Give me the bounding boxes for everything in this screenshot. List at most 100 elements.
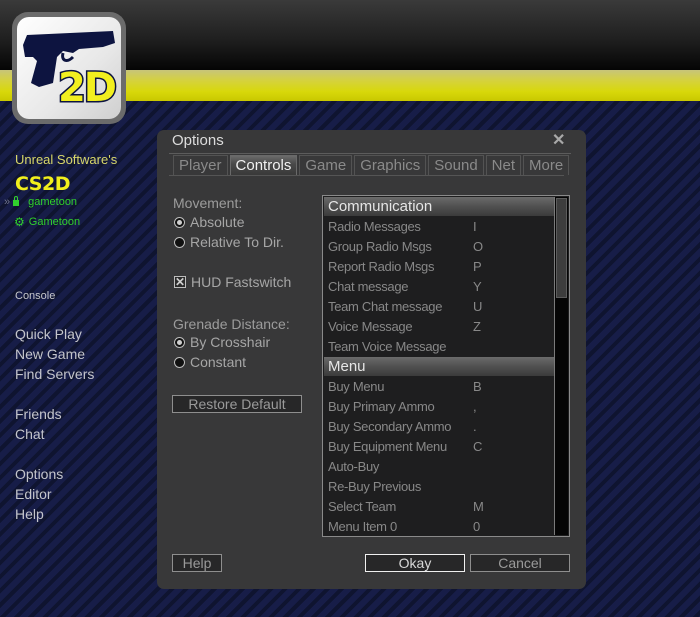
binding-row[interactable]: Group Radio Msgs O (324, 237, 554, 257)
binding-row[interactable]: Buy Secondary Ammo. (324, 417, 554, 437)
binding-row[interactable]: Auto-Buy (324, 457, 554, 477)
steam-icon: ⚙ (14, 215, 25, 229)
restore-default-button[interactable]: Restore Default (172, 395, 302, 413)
menu-new-game[interactable]: New Game (15, 344, 94, 364)
radio-selected-icon (174, 336, 185, 348)
tab-sound[interactable]: Sound (428, 155, 484, 175)
binding-row[interactable]: Menu Item 0 0 (324, 517, 554, 536)
double-chevron-icon: » (4, 196, 11, 208)
binding-row[interactable]: Select Team M (324, 497, 554, 517)
menu-quick-play[interactable]: Quick Play (15, 324, 94, 344)
close-icon[interactable]: ✕ (552, 130, 565, 150)
logo-2d-text: 2D (56, 64, 118, 113)
lock-icon (13, 196, 20, 206)
binding-action: Buy Primary Ammo (328, 399, 435, 414)
binding-key: C (473, 439, 483, 454)
publisher-label: Unreal Software's (15, 152, 118, 167)
scrollbar-thumb[interactable] (556, 198, 567, 298)
bindings-scrollbar[interactable] (554, 197, 568, 535)
binding-action: Menu Item 0 (328, 519, 397, 534)
binding-action: Team Voice Message (328, 339, 447, 354)
binding-row[interactable]: Team Chat message U (324, 297, 554, 317)
binding-key: M (473, 499, 484, 514)
menu-group-social: Friends Chat (15, 404, 62, 444)
tab-graphics[interactable]: Graphics (354, 155, 427, 175)
console-link[interactable]: Console (15, 290, 55, 302)
movement-absolute-radio[interactable]: Absolute (174, 214, 244, 230)
binding-key: P (473, 259, 482, 274)
binding-key: . (473, 419, 477, 434)
grenade-crosshair-radio[interactable]: By Crosshair (174, 334, 270, 350)
account-name: gametoon (28, 196, 78, 208)
title-divider (169, 153, 571, 154)
tab-player[interactable]: Player (173, 155, 228, 175)
tab-net[interactable]: Net (485, 155, 521, 175)
binding-row[interactable]: Voice Message Z (324, 317, 554, 337)
binding-action: Group Radio Msgs (328, 239, 432, 254)
binding-row[interactable]: Radio Messages I (324, 217, 554, 237)
binding-action: Select Team (328, 499, 396, 514)
binding-row[interactable]: Buy Equipment Menu C (324, 437, 554, 457)
hud-fastswitch-checkbox[interactable]: ✕ HUD Fastswitch (174, 274, 291, 290)
binding-key: , (473, 399, 477, 414)
binding-action: Buy Menu (328, 379, 385, 394)
radio-unselected-icon (174, 356, 185, 368)
binding-row[interactable]: Buy Menu B (324, 377, 554, 397)
binding-row[interactable]: Buy Primary Ammo, (324, 397, 554, 417)
steam-account-name: Gametoon (28, 216, 81, 228)
checkbox-label: HUD Fastswitch (191, 274, 292, 290)
options-tabs: Player Controls Game Graphics Sound Net … (173, 155, 571, 175)
radio-label: Relative To Dir. (190, 234, 284, 250)
radio-unselected-icon (174, 236, 185, 248)
help-button[interactable]: Help (172, 554, 222, 572)
binding-action: Re-Buy Previous (328, 479, 422, 494)
binding-row[interactable]: Re-Buy Previous (324, 477, 554, 497)
binding-action: Voice Message (328, 319, 413, 334)
tab-controls[interactable]: Controls (229, 155, 298, 175)
menu-editor[interactable]: Editor (15, 484, 63, 504)
grenade-constant-radio[interactable]: Constant (174, 354, 246, 370)
account-login[interactable]: » gametoon (4, 196, 77, 208)
binding-row[interactable]: Team Voice Message (324, 337, 554, 357)
tab-more[interactable]: More (523, 155, 570, 175)
movement-label: Movement: (173, 195, 243, 211)
grenade-distance-label: Grenade Distance: (173, 316, 290, 332)
movement-relative-radio[interactable]: Relative To Dir. (174, 234, 284, 250)
menu-friends[interactable]: Friends (15, 404, 62, 424)
category-communication: Communication (324, 197, 554, 216)
binding-row[interactable]: Chat message Y (324, 277, 554, 297)
cancel-button[interactable]: Cancel (470, 554, 570, 572)
menu-options[interactable]: Options (15, 464, 63, 484)
menu-chat[interactable]: Chat (15, 424, 62, 444)
checkbox-checked-icon: ✕ (174, 275, 186, 289)
binding-action: Report Radio Msgs (328, 259, 435, 274)
cs2d-logo: 2D (12, 12, 126, 124)
game-title: CS2D (15, 173, 70, 195)
binding-key: 0 (473, 519, 480, 534)
options-dialog: Options ✕ Player Controls Game Graphics … (157, 130, 586, 589)
binding-key: O (473, 239, 483, 254)
binding-key: Y (473, 279, 482, 294)
menu-find-servers[interactable]: Find Servers (15, 364, 94, 384)
radio-label: Absolute (190, 214, 245, 230)
category-menu: Menu (324, 357, 554, 376)
menu-help[interactable]: Help (15, 504, 63, 524)
dialog-title: Options (172, 132, 224, 149)
binding-key: U (473, 299, 483, 314)
radio-selected-icon (174, 216, 185, 228)
binding-action: Buy Secondary Ammo (328, 419, 452, 434)
binding-key: Z (473, 319, 481, 334)
tab-game[interactable]: Game (299, 155, 353, 175)
tabs-divider (169, 175, 564, 176)
binding-key: I (473, 219, 477, 234)
menu-group-play: Quick Play New Game Find Servers (15, 324, 94, 384)
okay-button[interactable]: Okay (365, 554, 465, 572)
key-bindings-list[interactable]: Communication Radio Messages I Group Radi… (322, 195, 570, 537)
binding-action: Buy Equipment Menu (328, 439, 447, 454)
menu-group-settings: Options Editor Help (15, 464, 63, 524)
binding-action: Auto-Buy (328, 459, 380, 474)
radio-label: Constant (190, 354, 247, 370)
binding-action: Team Chat message (328, 299, 443, 314)
binding-row[interactable]: Report Radio Msgs P (324, 257, 554, 277)
account-steam[interactable]: ⚙ Gametoon (14, 215, 80, 229)
